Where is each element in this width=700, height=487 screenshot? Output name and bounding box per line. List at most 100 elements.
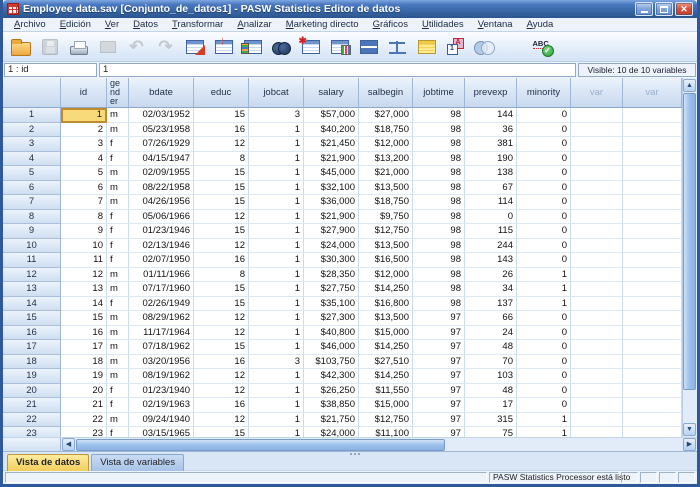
tab-vista-de-variables[interactable]: Vista de variables: [91, 454, 184, 471]
cell-var2-16[interactable]: [623, 326, 682, 341]
cell-bdate-2[interactable]: 05/23/1958: [129, 123, 194, 138]
cell-educ-15[interactable]: 12: [194, 311, 249, 326]
cell-bdate-13[interactable]: 07/17/1960: [129, 282, 194, 297]
cell-salary-15[interactable]: $27,300: [304, 311, 359, 326]
cell-var2-1[interactable]: [623, 108, 682, 123]
cell-editor-input[interactable]: 1: [99, 63, 576, 77]
use-variable-sets-button[interactable]: [470, 33, 499, 60]
cell-educ-20[interactable]: 12: [194, 384, 249, 399]
find-button[interactable]: [267, 33, 296, 60]
cell-jobtime-22[interactable]: 97: [413, 413, 465, 428]
row-header-16[interactable]: 16: [3, 326, 61, 341]
row-header-14[interactable]: 14: [3, 297, 61, 312]
cell-bdate-8[interactable]: 05/06/1966: [129, 210, 194, 225]
cell-var2-7[interactable]: [623, 195, 682, 210]
row-header-6[interactable]: 6: [3, 181, 61, 196]
cell-minority-6[interactable]: 0: [517, 181, 571, 196]
cell-jobtime-13[interactable]: 98: [413, 282, 465, 297]
cell-salbegin-8[interactable]: $9,750: [359, 210, 413, 225]
cell-id-14[interactable]: 14: [61, 297, 107, 312]
cell-var2-23[interactable]: [623, 427, 682, 437]
cell-jobcat-8[interactable]: 1: [249, 210, 304, 225]
column-header-id[interactable]: id: [61, 78, 107, 108]
cell-var2-18[interactable]: [623, 355, 682, 370]
cell-jobcat-18[interactable]: 3: [249, 355, 304, 370]
cell-var1-22[interactable]: [571, 413, 623, 428]
scroll-up-arrow[interactable]: ▲: [683, 79, 696, 92]
cell-prevexp-5[interactable]: 138: [465, 166, 517, 181]
cell-educ-11[interactable]: 16: [194, 253, 249, 268]
cell-gender-21[interactable]: f: [107, 398, 129, 413]
cell-minority-14[interactable]: 1: [517, 297, 571, 312]
cell-var2-6[interactable]: [623, 181, 682, 196]
menu-ver[interactable]: Ver: [98, 19, 126, 30]
cell-id-13[interactable]: 13: [61, 282, 107, 297]
cell-var2-8[interactable]: [623, 210, 682, 225]
cell-educ-4[interactable]: 8: [194, 152, 249, 167]
cell-reference-box[interactable]: 1 : id: [4, 63, 97, 77]
cell-bdate-1[interactable]: 02/03/1952: [129, 108, 194, 123]
row-header-8[interactable]: 8: [3, 210, 61, 225]
cell-prevexp-19[interactable]: 103: [465, 369, 517, 384]
cell-salary-10[interactable]: $24,000: [304, 239, 359, 254]
cell-jobcat-17[interactable]: 1: [249, 340, 304, 355]
cell-gender-18[interactable]: m: [107, 355, 129, 370]
cell-var1-2[interactable]: [571, 123, 623, 138]
cell-minority-20[interactable]: 0: [517, 384, 571, 399]
cell-jobtime-21[interactable]: 97: [413, 398, 465, 413]
cell-prevexp-6[interactable]: 67: [465, 181, 517, 196]
cell-salary-18[interactable]: $103,750: [304, 355, 359, 370]
scroll-right-arrow[interactable]: ▶: [683, 438, 696, 451]
cell-var1-3[interactable]: [571, 137, 623, 152]
cell-id-2[interactable]: 2: [61, 123, 107, 138]
cell-jobtime-10[interactable]: 98: [413, 239, 465, 254]
cell-jobtime-23[interactable]: 97: [413, 427, 465, 437]
cell-gender-11[interactable]: f: [107, 253, 129, 268]
cell-minority-8[interactable]: 0: [517, 210, 571, 225]
cell-bdate-12[interactable]: 01/11/1966: [129, 268, 194, 283]
cell-var1-5[interactable]: [571, 166, 623, 181]
cell-gender-16[interactable]: m: [107, 326, 129, 341]
column-header-jobcat[interactable]: jobcat: [249, 78, 304, 108]
cell-bdate-4[interactable]: 04/15/1947: [129, 152, 194, 167]
cell-id-22[interactable]: 22: [61, 413, 107, 428]
row-header-13[interactable]: 13: [3, 282, 61, 297]
row-header-17[interactable]: 17: [3, 340, 61, 355]
cell-jobtime-3[interactable]: 98: [413, 137, 465, 152]
cell-gender-2[interactable]: m: [107, 123, 129, 138]
row-header-5[interactable]: 5: [3, 166, 61, 181]
cell-salbegin-13[interactable]: $14,250: [359, 282, 413, 297]
cell-jobtime-12[interactable]: 98: [413, 268, 465, 283]
column-header-jobtime[interactable]: jobtime: [413, 78, 465, 108]
cell-id-6[interactable]: 6: [61, 181, 107, 196]
scroll-down-arrow[interactable]: ▼: [683, 423, 696, 436]
cell-id-4[interactable]: 4: [61, 152, 107, 167]
cell-minority-21[interactable]: 0: [517, 398, 571, 413]
cell-salary-2[interactable]: $40,200: [304, 123, 359, 138]
cell-gender-20[interactable]: f: [107, 384, 129, 399]
cell-bdate-9[interactable]: 01/23/1946: [129, 224, 194, 239]
cell-var2-21[interactable]: [623, 398, 682, 413]
row-header-11[interactable]: 11: [3, 253, 61, 268]
cell-var1-4[interactable]: [571, 152, 623, 167]
cell-var2-9[interactable]: [623, 224, 682, 239]
menu-ayuda[interactable]: Ayuda: [520, 19, 561, 30]
column-header-var1[interactable]: var: [571, 78, 623, 108]
cell-jobcat-14[interactable]: 1: [249, 297, 304, 312]
cell-bdate-10[interactable]: 02/13/1946: [129, 239, 194, 254]
row-header-23[interactable]: 23: [3, 427, 61, 437]
cell-jobcat-20[interactable]: 1: [249, 384, 304, 399]
vertical-scroll-thumb[interactable]: [683, 93, 696, 390]
cell-bdate-21[interactable]: 02/19/1963: [129, 398, 194, 413]
weight-cases-button[interactable]: [383, 33, 412, 60]
cell-var1-8[interactable]: [571, 210, 623, 225]
value-labels-button[interactable]: [441, 33, 470, 60]
row-header-7[interactable]: 7: [3, 195, 61, 210]
cell-salbegin-15[interactable]: $13,500: [359, 311, 413, 326]
cell-jobtime-7[interactable]: 98: [413, 195, 465, 210]
row-header-1[interactable]: 1: [3, 108, 61, 123]
cell-salary-16[interactable]: $40,800: [304, 326, 359, 341]
cell-var1-15[interactable]: [571, 311, 623, 326]
print-button[interactable]: [64, 33, 93, 60]
column-header-gender[interactable]: gender: [107, 78, 129, 108]
